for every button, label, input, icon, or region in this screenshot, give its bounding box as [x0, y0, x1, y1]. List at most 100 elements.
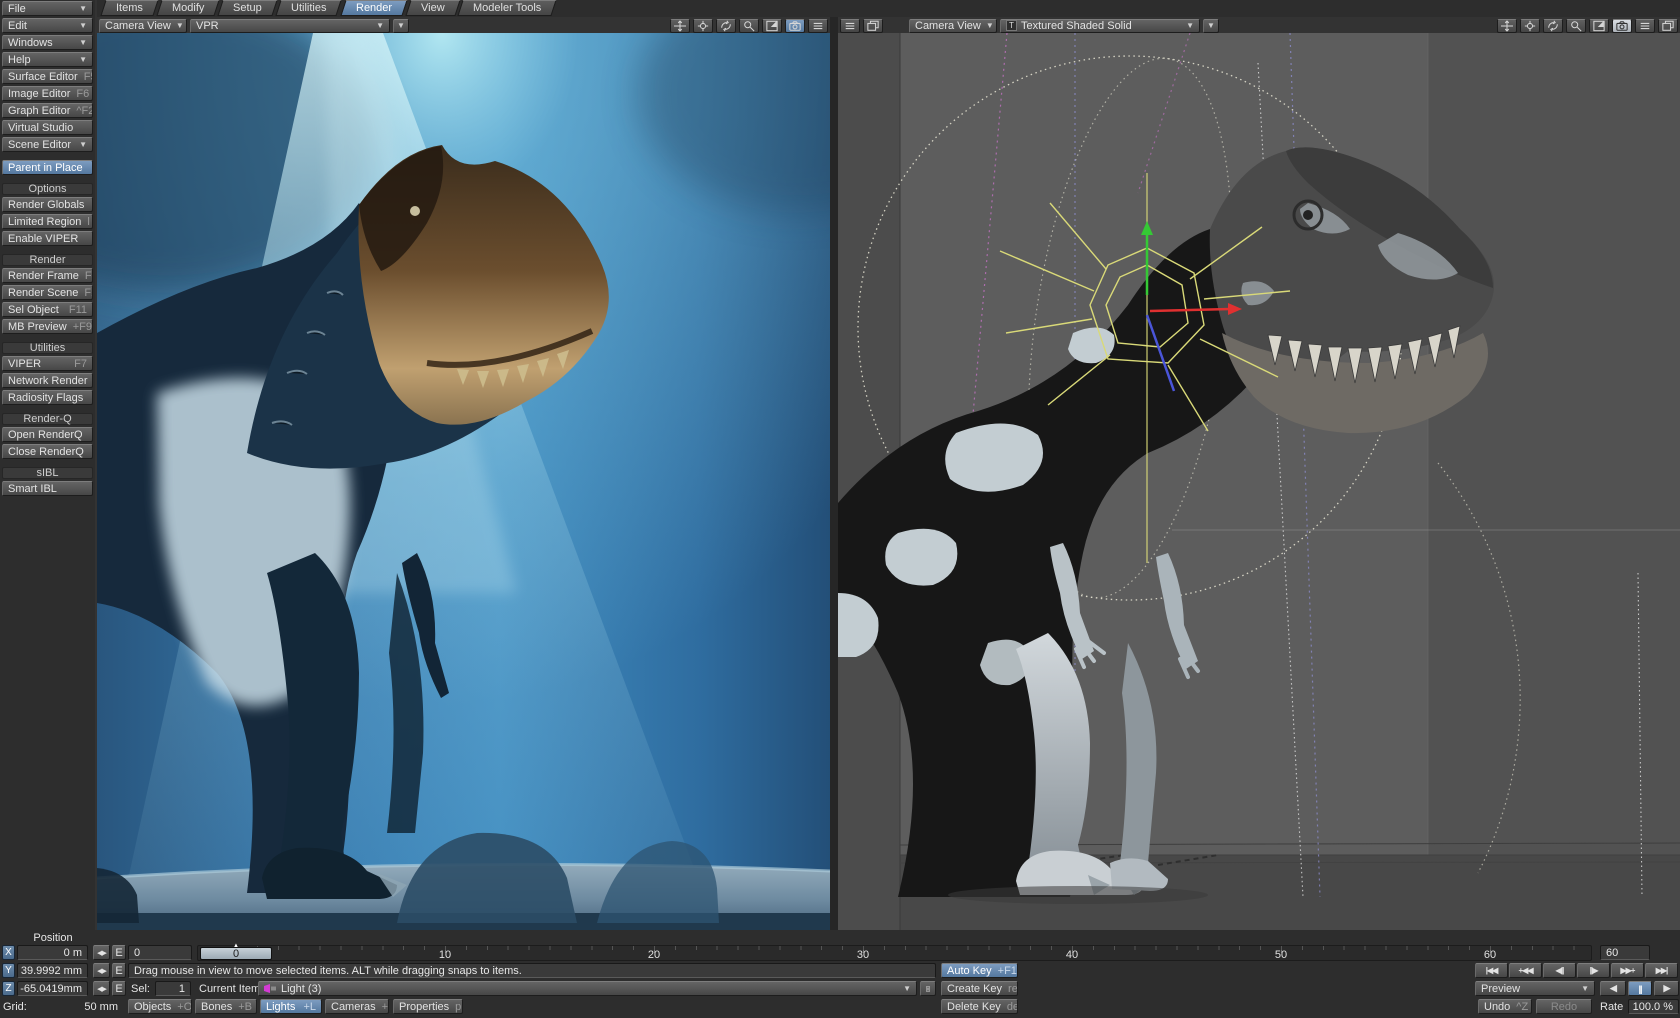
rate-label: Rate [1600, 999, 1623, 1015]
sidebar-button-enable-viper[interactable]: Enable VIPER [2, 231, 93, 246]
end-frame-field[interactable]: 60 [1600, 945, 1650, 960]
fit-view-icon[interactable] [762, 19, 782, 33]
auto-key-button[interactable]: Auto Key+F1 [941, 963, 1018, 978]
previous-key-button[interactable]: +◀◀ [1509, 963, 1542, 978]
right-render-view[interactable] [838, 33, 1680, 930]
fit-view-icon[interactable] [1589, 19, 1609, 33]
step-back-button[interactable]: ◀|| [1543, 963, 1576, 978]
camera-view-icon[interactable] [785, 19, 805, 33]
pan-icon[interactable] [1497, 19, 1517, 33]
x-stepper[interactable]: ◀▶ [93, 945, 110, 960]
item-list-button[interactable] [920, 981, 936, 996]
sidebar-button-radiosity-flags[interactable]: Radiosity Flags [2, 390, 93, 405]
camera-view-icon[interactable] [1612, 19, 1632, 33]
sidebar-button-viper[interactable]: VIPERF7 [2, 356, 93, 371]
sidebar-button-parent-in-place[interactable]: Parent in Place [2, 160, 93, 175]
edit-mode-objects-button[interactable]: Objects+O [128, 999, 192, 1014]
timeline-tick: 20 [639, 949, 669, 961]
edit-mode-bones-button[interactable]: Bones+B [195, 999, 257, 1014]
sidebar-button-surface-editor[interactable]: Surface EditorF5 [2, 69, 93, 84]
sidebar-button-render-globals[interactable]: Render Globals [2, 197, 93, 212]
viewport-left-header: Camera View▼ VPR▼ ▼ [97, 17, 830, 33]
timeline-scrubber[interactable]: ▲ 0 [200, 947, 272, 960]
create-key-button[interactable]: Create Keyret [941, 981, 1018, 996]
viewport-options-button[interactable]: ▼ [1203, 19, 1219, 33]
sidebar-button-sel-object[interactable]: Sel ObjectF11 [2, 302, 93, 317]
sidebar-button-virtual-studio[interactable]: Virtual Studio [2, 120, 93, 135]
x-value-field[interactable]: 0 m [17, 945, 88, 960]
play-reverse-button[interactable]: ◀ [1600, 981, 1626, 996]
sidebar-button-render-scene[interactable]: Render SceneF10 [2, 285, 93, 300]
sidebar-button-render-frame[interactable]: Render FrameF9 [2, 268, 93, 283]
left-render-view[interactable] [97, 33, 830, 930]
y-value-field[interactable]: 39.9992 mm [17, 963, 88, 978]
axis-x-button[interactable]: X [2, 945, 15, 960]
redo-button[interactable]: Redo [1536, 999, 1592, 1014]
edit-mode-lights-button[interactable]: Lights+L [260, 999, 322, 1014]
rate-value-field[interactable]: 100.0 % [1628, 999, 1679, 1014]
axis-z-button[interactable]: Z [2, 981, 15, 996]
sidebar-button-graph-editor[interactable]: Graph Editor^F2 [2, 103, 93, 118]
sidebar-button-close-renderq[interactable]: Close RenderQ [2, 444, 93, 459]
tab-items[interactable]: Items [100, 0, 158, 16]
z-stepper[interactable]: ◀▶ [93, 981, 110, 996]
tab-setup[interactable]: Setup [218, 0, 278, 16]
delete-key-button[interactable]: Delete Keydel [941, 999, 1018, 1014]
sidebar-button-scene-editor[interactable]: Scene Editor▼ [2, 137, 93, 152]
viewport-menu-icon[interactable] [840, 19, 860, 33]
restore-layout-icon[interactable] [1658, 19, 1678, 33]
y-envelope-button[interactable]: E [112, 963, 126, 978]
edit-mode-cameras-button[interactable]: Cameras+C [325, 999, 389, 1014]
tab-modify[interactable]: Modify [156, 0, 220, 16]
rotate-icon[interactable] [693, 19, 713, 33]
spin-icon[interactable] [716, 19, 736, 33]
undo-button[interactable]: Undo^Z [1478, 999, 1532, 1014]
timeline-ruler[interactable]: 0 10 20 30 40 50 60 ▲ 0 [197, 945, 1592, 961]
viewport-menu-icon[interactable] [808, 19, 828, 33]
menu-windows[interactable]: Windows▼ [2, 35, 93, 50]
position-label: Position [18, 931, 88, 944]
menu-file[interactable]: File▼ [2, 1, 93, 16]
go-to-start-button[interactable]: |◀◀ [1475, 963, 1508, 978]
current-frame-field[interactable]: 0 [128, 945, 192, 960]
view-type-dropdown[interactable]: Camera View▼ [99, 19, 187, 33]
spin-icon[interactable] [1543, 19, 1563, 33]
play-forward-button[interactable]: ▶ [1654, 981, 1679, 996]
chevron-down-icon: ▼ [1181, 21, 1194, 30]
properties-button[interactable]: Propertiesp [393, 999, 463, 1014]
tab-render[interactable]: Render [340, 0, 407, 16]
tab-view[interactable]: View [405, 0, 460, 16]
restore-layout-icon[interactable] [863, 19, 883, 33]
zoom-icon[interactable] [739, 19, 759, 33]
tab-modeler-tools[interactable]: Modeler Tools [458, 0, 557, 16]
viewport-divider[interactable] [830, 17, 838, 930]
sidebar-button-mb-preview[interactable]: MB Preview+F9 [2, 319, 93, 334]
y-stepper[interactable]: ◀▶ [93, 963, 110, 978]
next-key-button[interactable]: ▶▶+ [1611, 963, 1644, 978]
current-item-dropdown[interactable]: Light (3) ▼ [258, 981, 917, 996]
menu-edit[interactable]: Edit▼ [2, 18, 93, 33]
pan-icon[interactable] [670, 19, 690, 33]
preview-dropdown[interactable]: Preview▼ [1475, 981, 1595, 996]
axis-y-button[interactable]: Y [2, 963, 15, 978]
sidebar-button-image-editor[interactable]: Image EditorF6 [2, 86, 93, 101]
render-mode-dropdown[interactable]: VPR▼ [190, 19, 390, 33]
go-to-end-button[interactable]: ▶▶| [1645, 963, 1678, 978]
sidebar-button-limited-region[interactable]: Limited Regionl [2, 214, 93, 229]
menu-help[interactable]: Help▼ [2, 52, 93, 67]
x-envelope-button[interactable]: E [112, 945, 126, 960]
rotate-icon[interactable] [1520, 19, 1540, 33]
z-value-field[interactable]: -65.0419mm [17, 981, 88, 996]
sidebar-button-network-render[interactable]: Network Render [2, 373, 93, 388]
sidebar-button-smart-ibl[interactable]: Smart IBL [2, 481, 93, 496]
view-type-dropdown[interactable]: Camera View▼ [909, 19, 997, 33]
z-envelope-button[interactable]: E [112, 981, 126, 996]
step-forward-button[interactable]: ||▶ [1577, 963, 1610, 978]
viewport-menu-icon[interactable] [1635, 19, 1655, 33]
render-mode-dropdown[interactable]: TTextured Shaded Solid▼ [1000, 19, 1200, 33]
sidebar-button-open-renderq[interactable]: Open RenderQ [2, 427, 93, 442]
zoom-icon[interactable] [1566, 19, 1586, 33]
viewport-options-button[interactable]: ▼ [393, 19, 409, 33]
tab-utilities[interactable]: Utilities [275, 0, 342, 16]
pause-button[interactable]: || [1628, 981, 1652, 996]
